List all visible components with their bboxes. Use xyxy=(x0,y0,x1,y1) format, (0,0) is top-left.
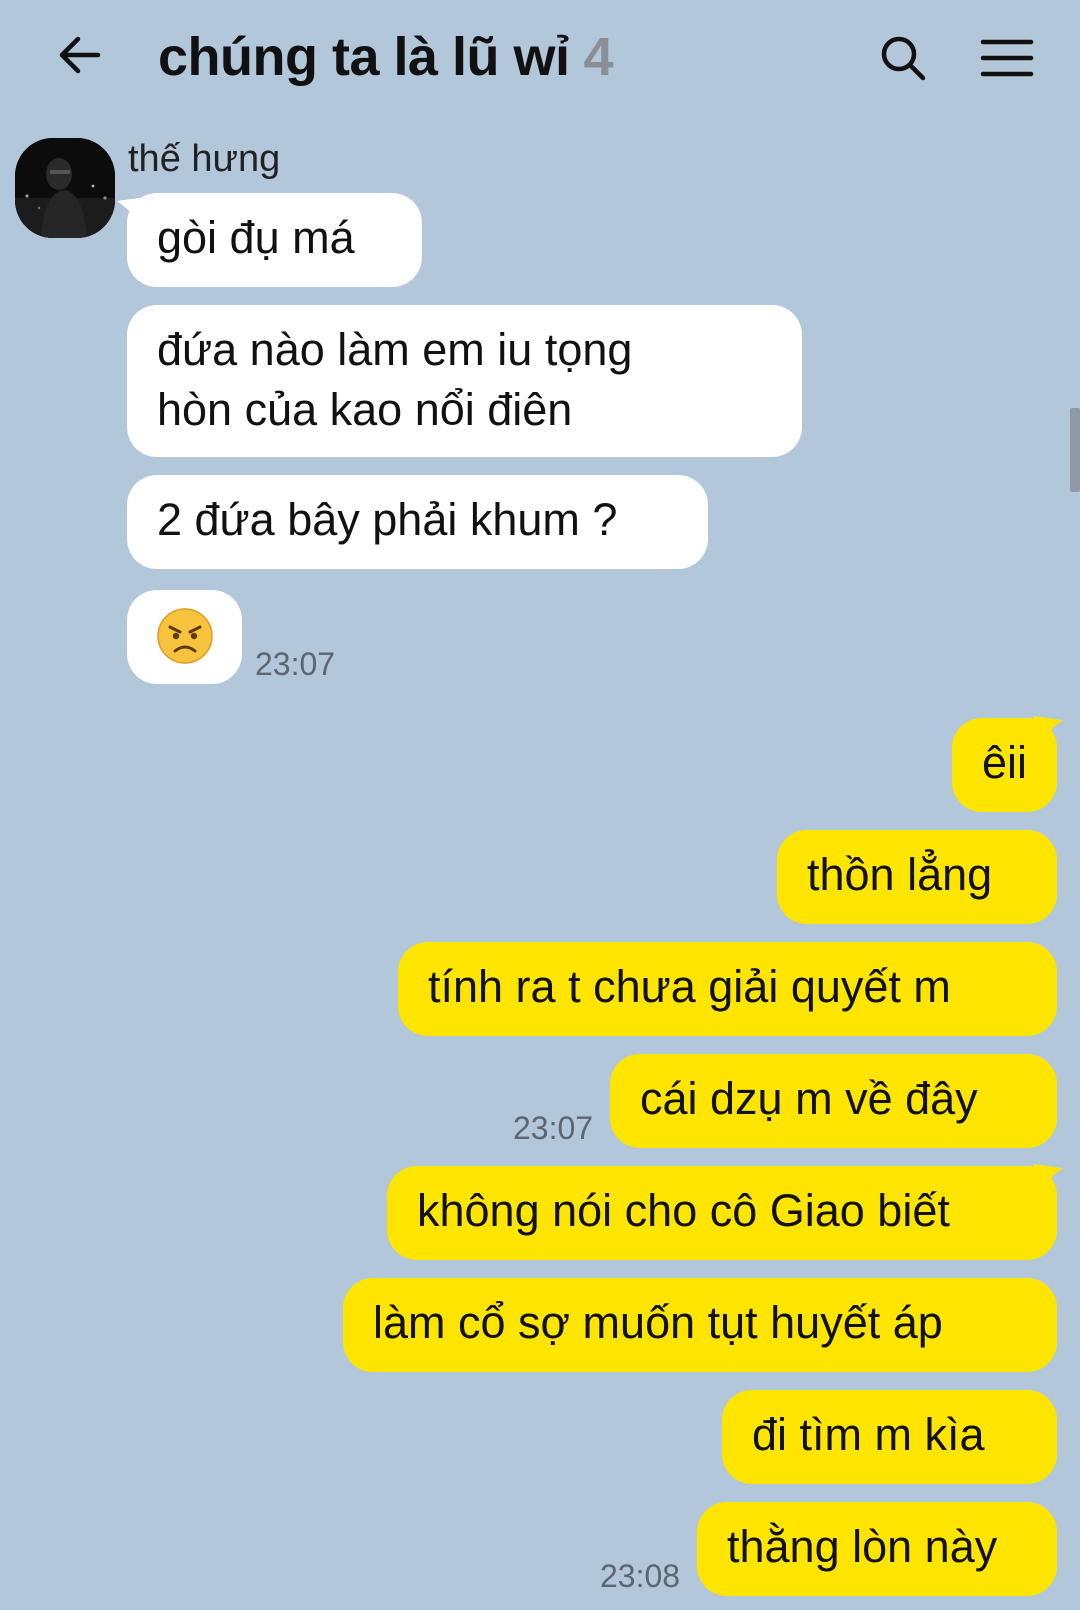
message-timestamp: 23:08 xyxy=(600,1558,681,1594)
message-text: đi tìm m kìa xyxy=(752,1409,985,1460)
message-text-line: đứa nào làm em iu tọng xyxy=(157,324,633,375)
message-text: thồn lẳng xyxy=(807,849,993,900)
outgoing-message[interactable]: thồn lẳng xyxy=(777,830,1057,924)
outgoing-message[interactable]: thằng lòn này xyxy=(697,1502,1057,1596)
chat-header: chúng ta là lũ wỉ 4 xyxy=(0,0,1080,118)
message-timestamp: 23:07 xyxy=(255,646,336,682)
menu-button[interactable] xyxy=(976,30,1036,90)
arrow-left-icon xyxy=(59,36,101,74)
outgoing-message[interactable]: cái dzụ m về đây xyxy=(610,1054,1057,1148)
outgoing-message[interactable]: làm cổ sợ muốn tụt huyết áp xyxy=(343,1278,1057,1372)
member-count: 4 xyxy=(583,27,614,87)
message-text: 2 đứa bây phải khum ? xyxy=(157,494,618,545)
scrollbar[interactable] xyxy=(1070,408,1080,492)
angry-face-icon xyxy=(156,608,213,664)
hamburger-menu-icon xyxy=(980,39,1034,77)
chat-title: chúng ta là lũ wỉ 4 xyxy=(158,26,614,88)
message-text: cái dzụ m về đây xyxy=(640,1073,978,1124)
message-text: thằng lòn này xyxy=(727,1521,998,1572)
sender-avatar[interactable] xyxy=(15,138,115,238)
message-text-line: hòn của kao nổi điên xyxy=(157,384,573,435)
back-button[interactable] xyxy=(50,28,110,88)
message-text: tính ra t chưa giải quyết m xyxy=(428,961,951,1012)
outgoing-message[interactable]: không nói cho cô Giao biết xyxy=(387,1166,1057,1260)
message-timestamp: 23:07 xyxy=(513,1110,594,1146)
sender-name: thế hưng xyxy=(128,138,281,180)
incoming-message[interactable]: đứa nào làm em iu tọng hòn của kao nổi đ… xyxy=(127,305,802,457)
message-text: không nói cho cô Giao biết xyxy=(417,1185,950,1236)
incoming-message[interactable]: 2 đứa bây phải khum ? xyxy=(127,475,708,569)
chat-room-name: chúng ta là lũ wỉ xyxy=(158,27,570,87)
outgoing-message[interactable]: tính ra t chưa giải quyết m xyxy=(398,942,1057,1036)
outgoing-message[interactable]: đi tìm m kìa xyxy=(722,1390,1057,1484)
search-button[interactable] xyxy=(874,30,934,90)
message-text: gòi đụ má xyxy=(157,212,355,263)
search-icon xyxy=(881,36,926,81)
message-text: êii xyxy=(982,737,1028,788)
incoming-emoji-message[interactable]: 😠 xyxy=(127,590,242,684)
message-text: làm cổ sợ muốn tụt huyết áp xyxy=(373,1297,943,1348)
outgoing-message[interactable]: êii xyxy=(952,718,1057,812)
incoming-message[interactable]: gòi đụ má xyxy=(127,193,422,287)
